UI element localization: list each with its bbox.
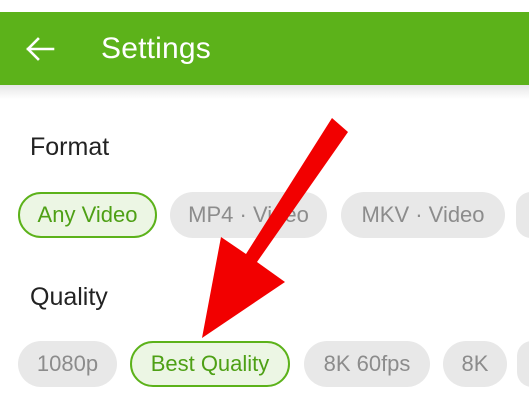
- app-bar: Settings: [0, 12, 529, 85]
- status-bar-area: [0, 0, 529, 12]
- format-chip-row: Any Video MP4 · Video MKV · Video: [0, 192, 529, 240]
- page-title: Settings: [101, 32, 211, 65]
- chip-best-quality[interactable]: Best Quality: [130, 341, 290, 387]
- back-button[interactable]: [22, 34, 58, 64]
- chip-mkv-video[interactable]: MKV · Video: [341, 192, 505, 238]
- section-label-format: Format: [30, 133, 110, 161]
- section-label-quality: Quality: [30, 283, 108, 311]
- chip-8k-60fps[interactable]: 8K 60fps: [304, 341, 430, 387]
- chip-8k[interactable]: 8K: [443, 341, 507, 387]
- chip-1080p[interactable]: 1080p: [18, 341, 117, 387]
- quality-chip-row: 1080p Best Quality 8K 60fps 8K: [0, 341, 529, 389]
- app-bar-shadow: [0, 85, 529, 99]
- chip-format-partial[interactable]: [516, 192, 529, 238]
- chip-mp4-video[interactable]: MP4 · Video: [170, 192, 327, 238]
- chip-any-video[interactable]: Any Video: [18, 192, 157, 238]
- chip-quality-partial[interactable]: [517, 341, 529, 387]
- arrow-left-icon: [26, 37, 55, 61]
